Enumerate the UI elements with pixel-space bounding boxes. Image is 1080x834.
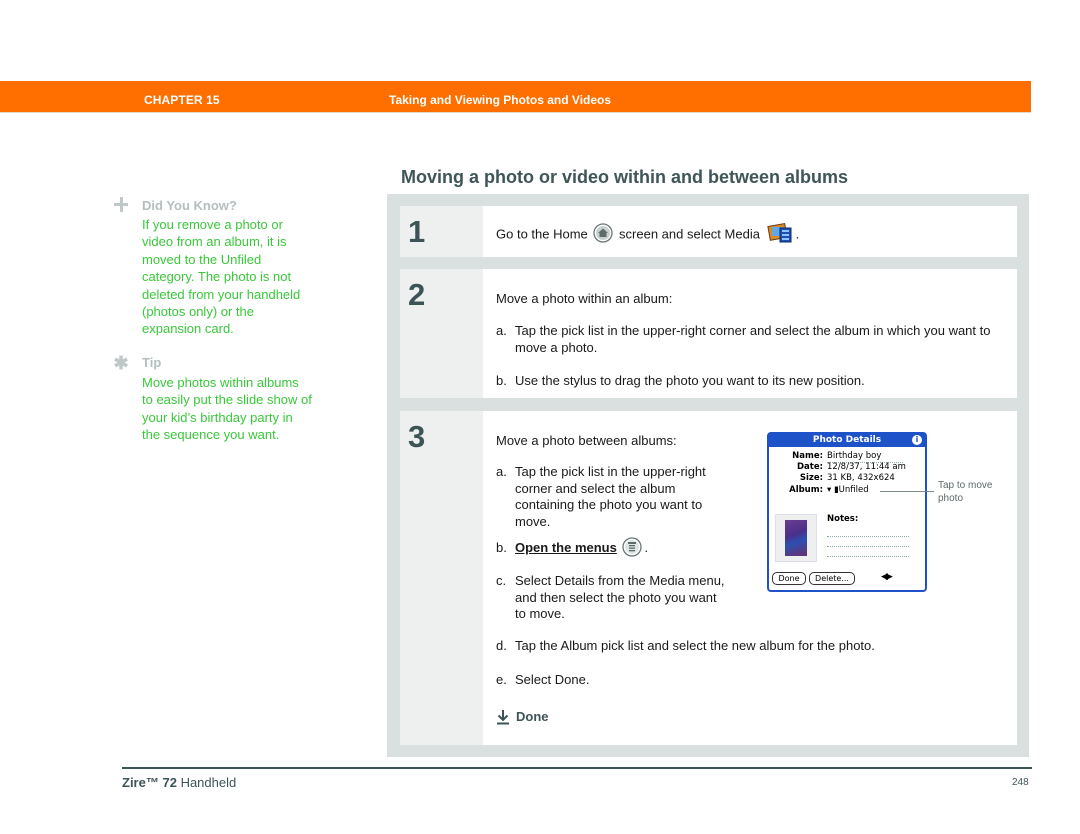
notes-line <box>827 556 909 557</box>
substep-label: b. <box>496 540 507 555</box>
callout-text: Tap to move photo <box>938 480 993 504</box>
field-key: Size: <box>799 473 823 483</box>
done-label: Done <box>516 709 549 724</box>
step-number: 2 <box>408 277 426 312</box>
album-picklist[interactable]: ▾ ▮Unfiled <box>827 485 869 496</box>
substep-label: a. <box>496 464 507 479</box>
product-name: Zire™ 72 Handheld <box>122 775 236 790</box>
substep: a. Tap the pick list in the upper-right … <box>496 464 711 530</box>
step-1: 1 Go to the Home screen and select Media <box>400 206 1017 257</box>
step-number: 3 <box>408 419 426 454</box>
palm-field-album: Album: ▾ ▮Unfiled <box>769 485 869 496</box>
did-you-know-block: Did You Know? If you remove a photo or v… <box>112 196 312 338</box>
open-menus-link[interactable]: Open the menus <box>515 540 617 555</box>
substep: c. Select Details from the Media menu, a… <box>496 573 726 623</box>
palm-title: Photo Details <box>812 435 882 445</box>
step-text: screen and select Media <box>619 226 760 242</box>
chapter-header-bar: CHAPTER 15 Taking and Viewing Photos and… <box>0 81 1031 112</box>
field-key: Album: <box>789 485 823 495</box>
field-value: 12/8/37, 11:44 am <box>827 462 906 472</box>
done-marker: Done <box>496 709 549 726</box>
palm-field-size: Size: 31 KB, 432x624 <box>769 473 895 484</box>
steps-frame: 1 Go to the Home screen and select Media <box>387 194 1029 757</box>
menu-icon <box>622 536 643 557</box>
photo-thumbnail <box>775 514 817 562</box>
home-icon <box>593 223 614 243</box>
product-model: 72 <box>162 775 177 790</box>
field-key: Date: <box>796 462 823 472</box>
step-text: Go to the Home <box>496 226 588 242</box>
palm-title-bar: Photo Details i <box>769 434 925 447</box>
substep-text: Select Details from the Media menu, and … <box>515 573 725 621</box>
step-1-text: Go to the Home screen and select Media . <box>496 222 800 244</box>
page-number: 248 <box>1012 777 1029 788</box>
substep-text: Tap the pick list in the upper-right cor… <box>515 323 991 355</box>
product-prefix: Zire™ <box>122 775 159 790</box>
tip-title: Tip <box>142 355 162 371</box>
palm-done-button[interactable]: Done <box>772 572 806 585</box>
notes-label: Notes: <box>827 514 859 524</box>
chapter-label: CHAPTER 15 <box>144 93 220 107</box>
substep-text: Tap the Album pick list and select the n… <box>515 638 875 653</box>
footer-rule <box>122 767 1032 769</box>
step-2: 2 Move a photo within an album: a. Tap t… <box>400 269 1017 398</box>
did-you-know-text: If you remove a photo or video from an a… <box>142 217 301 337</box>
step-text: . <box>795 226 800 242</box>
palm-delete-button[interactable]: Delete... <box>809 572 855 585</box>
substep-label: c. <box>496 573 507 588</box>
photo-details-screenshot: Photo Details i Name: Birthday boy Date:… <box>767 432 927 592</box>
notes-line <box>827 536 909 537</box>
substep-label: d. <box>496 638 507 653</box>
chapter-title: Taking and Viewing Photos and Videos <box>389 93 612 107</box>
callout-line <box>880 491 934 492</box>
notes-line <box>827 546 909 547</box>
field-value: 31 KB, 432x624 <box>827 473 895 483</box>
tip-block: ✱ Tip Move photos within albums to easil… <box>112 354 312 444</box>
palm-field-date: Date: 12/8/37, 11:44 am <box>769 462 906 473</box>
substep-label: b. <box>496 373 507 388</box>
substep: d. Tap the Album pick list and select th… <box>496 638 1016 655</box>
step-intro: Move a photo within an album: <box>496 291 673 306</box>
step-number: 1 <box>408 214 426 249</box>
plus-icon <box>112 197 130 213</box>
info-icon: i <box>912 435 922 445</box>
substep-label: a. <box>496 323 507 338</box>
substep-text: Use the stylus to drag the photo you wan… <box>515 373 865 388</box>
substep-label: e. <box>496 672 507 687</box>
step-intro: Move a photo between albums: <box>496 433 677 448</box>
did-you-know-title: Did You Know? <box>142 197 237 213</box>
substep: b. Open the menus . <box>496 536 711 557</box>
media-icon <box>766 222 792 243</box>
down-arrow-icon <box>497 710 509 725</box>
substep-text: . <box>644 540 649 555</box>
nav-arrows-icon[interactable]: ◀▶ <box>881 572 893 582</box>
substep-text: Tap the pick list in the upper-right cor… <box>515 464 706 529</box>
product-suffix: Handheld <box>180 775 237 790</box>
substep-text: Select Done. <box>515 672 590 687</box>
substep: b. Use the stylus to drag the photo you … <box>496 373 1006 390</box>
tip-text: Move photos within albums to easily put … <box>142 374 312 443</box>
substep: a. Tap the pick list in the upper-right … <box>496 323 1006 356</box>
section-title: Moving a photo or video within and betwe… <box>401 167 849 187</box>
asterisk-icon: ✱ <box>113 352 129 373</box>
header-rule <box>0 112 1031 113</box>
substep: e. Select Done. <box>496 672 1016 689</box>
sidebar: Did You Know? If you remove a photo or v… <box>112 196 312 459</box>
